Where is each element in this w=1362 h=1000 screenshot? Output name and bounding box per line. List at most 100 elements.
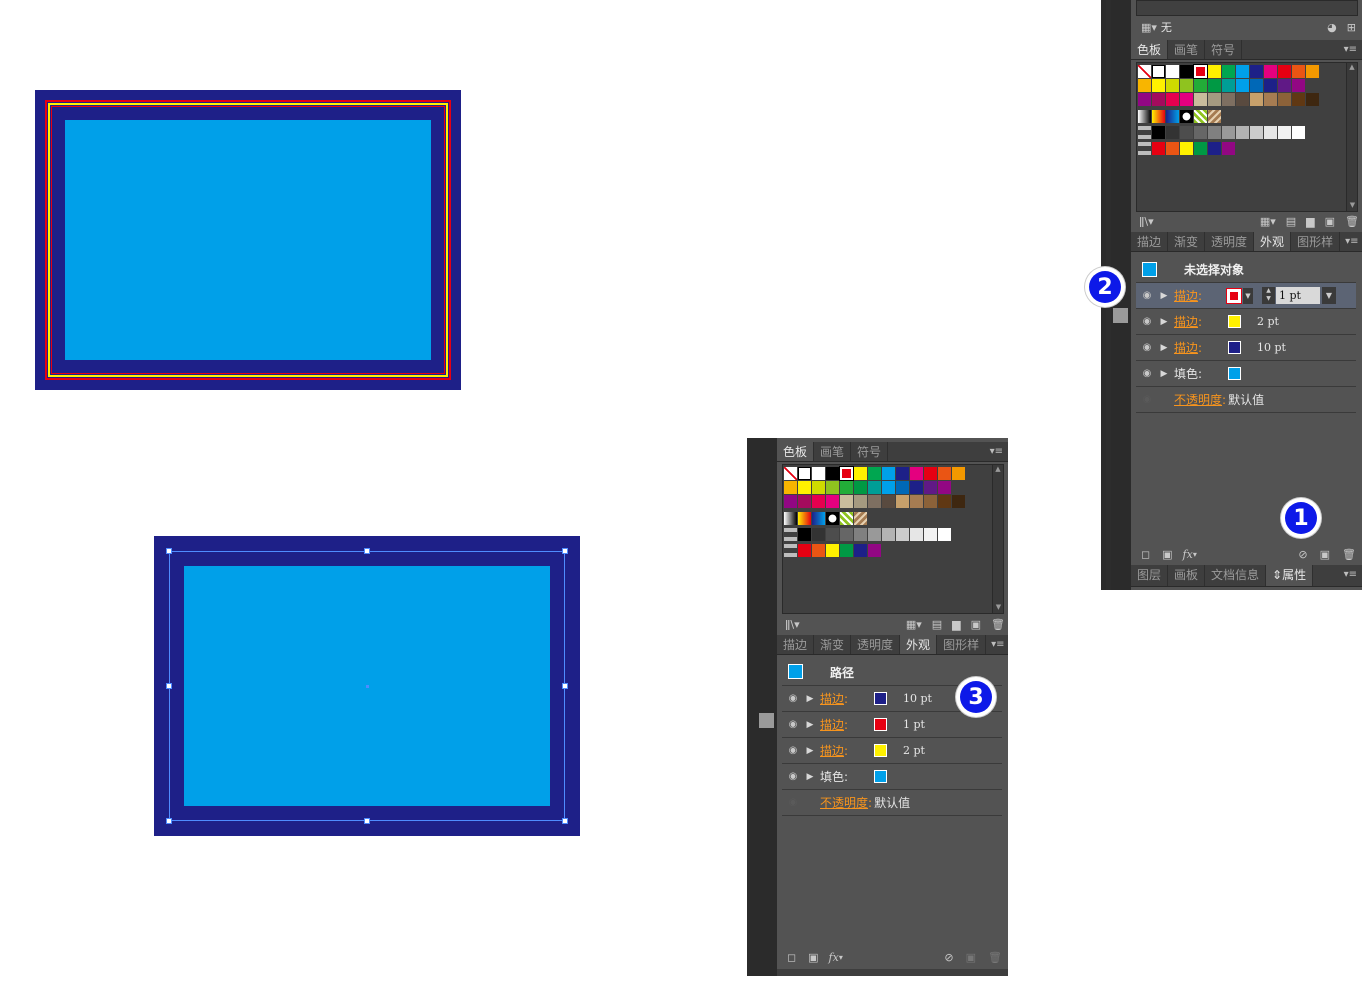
visibility-eye-icon[interactable]: ◉: [1136, 290, 1158, 301]
tab-artboards[interactable]: 画板: [1168, 565, 1206, 586]
color-swatch[interactable]: [868, 544, 881, 557]
show-swatch-kinds-icon[interactable]: ▦▾: [906, 618, 922, 631]
color-swatch[interactable]: [1138, 93, 1151, 106]
color-swatch[interactable]: [868, 495, 881, 508]
color-swatch[interactable]: [1166, 126, 1179, 139]
color-swatch[interactable]: [1222, 65, 1235, 78]
selection-handle[interactable]: [166, 818, 172, 824]
color-swatch[interactable]: [1152, 93, 1165, 106]
appearance-row-opacity[interactable]: ◉ 不透明度: 默认值: [782, 790, 1002, 816]
tab-gradient[interactable]: 渐变: [1168, 232, 1206, 251]
color-swatch[interactable]: [924, 528, 937, 541]
color-swatch[interactable]: [1138, 110, 1151, 123]
color-swatch[interactable]: [1278, 126, 1291, 139]
color-swatch[interactable]: [1208, 65, 1221, 78]
color-swatch[interactable]: [854, 467, 867, 480]
new-color-group-icon[interactable]: ▆: [1306, 215, 1314, 228]
color-swatch[interactable]: [784, 495, 797, 508]
panel-menu-icon[interactable]: ▾≡: [985, 442, 1008, 461]
color-swatch[interactable]: [896, 528, 909, 541]
color-swatch[interactable]: [812, 467, 825, 480]
artwork-rectangle-selected[interactable]: [154, 536, 580, 836]
visibility-eye-icon[interactable]: ◉: [782, 693, 804, 704]
color-swatch[interactable]: [1222, 126, 1235, 139]
color-swatch[interactable]: [1152, 142, 1165, 155]
color-swatch[interactable]: [826, 467, 839, 480]
stroke-color-swatch[interactable]: [1228, 341, 1241, 354]
color-swatch[interactable]: [952, 495, 965, 508]
color-swatch[interactable]: [826, 528, 839, 541]
new-color-group-icon[interactable]: ▆: [952, 618, 960, 631]
tab-swatches[interactable]: 色板: [777, 442, 815, 461]
color-swatch[interactable]: [1208, 142, 1221, 155]
visibility-eye-icon[interactable]: ◉: [1136, 316, 1158, 327]
selection-handle[interactable]: [166, 548, 172, 554]
color-swatch[interactable]: [1208, 126, 1221, 139]
color-swatch[interactable]: [1194, 79, 1207, 92]
color-swatch[interactable]: [840, 512, 853, 525]
selection-handle[interactable]: [562, 683, 568, 689]
color-swatch[interactable]: [882, 481, 895, 494]
opacity-link[interactable]: 不透明度: [820, 794, 868, 811]
expand-triangle-icon[interactable]: ▶: [1158, 291, 1170, 301]
tab-symbols[interactable]: 符号: [1205, 40, 1243, 59]
color-swatch[interactable]: [826, 495, 839, 508]
color-swatch[interactable]: [910, 495, 923, 508]
tab-gradient[interactable]: 渐变: [814, 635, 852, 654]
color-swatch[interactable]: [1306, 93, 1319, 106]
color-swatch[interactable]: [854, 512, 867, 525]
color-swatch[interactable]: [1236, 79, 1249, 92]
color-swatch[interactable]: [798, 495, 811, 508]
color-swatch[interactable]: [1292, 93, 1305, 106]
color-swatch[interactable]: [1180, 65, 1193, 78]
show-swatch-kinds-icon[interactable]: ▦▾: [1260, 215, 1276, 228]
color-swatch[interactable]: [1250, 126, 1263, 139]
color-swatch[interactable]: [812, 481, 825, 494]
expand-triangle-icon[interactable]: ▶: [804, 694, 816, 704]
appearance-row-stroke[interactable]: ◉ ▶ 描边: 10 pt: [1136, 335, 1356, 361]
swatch-scrollbar[interactable]: ▲ ▼: [992, 465, 1003, 613]
color-swatch[interactable]: [938, 481, 951, 494]
color-swatch[interactable]: [1264, 93, 1277, 106]
panel-menu-icon[interactable]: ▾≡: [1339, 40, 1362, 59]
brush-library-icon[interactable]: ▦▾: [1141, 21, 1157, 34]
color-swatch[interactable]: [896, 481, 909, 494]
panel-menu-icon[interactable]: ▾≡: [986, 635, 1008, 654]
stroke-color-swatch[interactable]: [874, 692, 887, 705]
color-swatch[interactable]: [1222, 79, 1235, 92]
color-swatch[interactable]: [798, 467, 811, 480]
color-swatch[interactable]: [854, 481, 867, 494]
color-swatch[interactable]: [826, 544, 839, 557]
color-swatch[interactable]: [784, 467, 797, 480]
trash-icon[interactable]: 🗑: [1345, 215, 1359, 228]
color-swatch[interactable]: [924, 495, 937, 508]
color-swatch[interactable]: [1292, 65, 1305, 78]
stroke-weight-input[interactable]: 1 pt: [1276, 287, 1320, 304]
tab-appearance[interactable]: 外观: [1254, 232, 1292, 251]
add-new-stroke-icon[interactable]: ◻: [1141, 548, 1150, 561]
visibility-eye-icon[interactable]: ◉: [782, 745, 804, 756]
swatch-options-icon[interactable]: ▤: [1286, 215, 1296, 228]
color-swatch[interactable]: [1222, 142, 1235, 155]
color-swatch[interactable]: [854, 544, 867, 557]
color-swatch[interactable]: [840, 495, 853, 508]
color-swatch[interactable]: [1194, 110, 1207, 123]
color-swatch[interactable]: [840, 544, 853, 557]
color-swatch[interactable]: [938, 467, 951, 480]
stroke-color-swatch[interactable]: [1226, 288, 1242, 304]
color-swatch[interactable]: [952, 467, 965, 480]
stroke-link[interactable]: 描边: [820, 742, 844, 759]
color-swatch[interactable]: [839, 466, 854, 481]
duplicate-item-icon[interactable]: ▣: [1320, 548, 1330, 561]
color-swatch[interactable]: [798, 544, 811, 557]
color-swatch[interactable]: [1138, 79, 1151, 92]
color-swatch[interactable]: [798, 512, 811, 525]
color-swatch[interactable]: [1208, 79, 1221, 92]
color-swatch[interactable]: [1180, 142, 1193, 155]
selection-handle[interactable]: [364, 818, 370, 824]
add-new-fill-icon[interactable]: ▣: [808, 951, 818, 964]
visibility-eye-icon[interactable]: ◉: [1136, 342, 1158, 353]
weight-dropdown-icon[interactable]: ▼: [1322, 287, 1336, 304]
color-swatch[interactable]: [784, 481, 797, 494]
tab-stroke[interactable]: 描边: [777, 635, 815, 654]
